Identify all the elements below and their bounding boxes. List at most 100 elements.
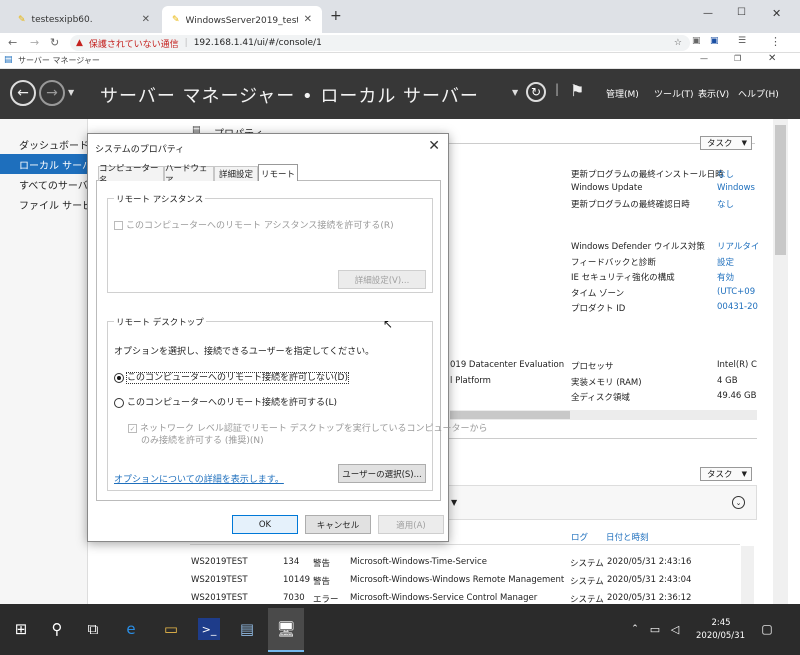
ok-button[interactable]: OK — [232, 515, 298, 534]
prop-value-link[interactable]: 有効 — [717, 271, 734, 283]
prop-value-link[interactable]: 設定 — [717, 256, 734, 268]
new-tab-button[interactable]: + — [330, 8, 342, 24]
checkbox-label: このコンピューターへのリモート アシスタンス接続を許可する(R) — [126, 221, 394, 231]
close-window-icon[interactable]: ✕ — [772, 7, 781, 20]
browser-tab-1[interactable]: ✎ testesxipb60. ✕ — [8, 6, 160, 33]
cell-id: 7030 — [283, 593, 305, 603]
minimize-icon[interactable]: — — [700, 54, 708, 63]
prop-value-link[interactable]: なし — [717, 168, 734, 180]
search-icon[interactable]: ⚲ — [46, 618, 68, 640]
nav-label: ローカル サーバー — [19, 160, 88, 172]
prop-value-link[interactable]: なし — [717, 198, 734, 210]
network-icon[interactable]: ▭ — [644, 618, 666, 640]
forward-icon[interactable]: → — [30, 36, 39, 49]
app-icon: ▤ — [4, 55, 13, 65]
filter-dropdown-icon[interactable]: ▼ — [451, 498, 457, 507]
star-icon[interactable]: ☆ — [674, 38, 682, 48]
nav-item-file-services[interactable]: ファイル サービス — [0, 194, 88, 214]
cell-source: Microsoft-Windows-Service Control Manage… — [350, 593, 538, 603]
scrollbar-thumb[interactable] — [450, 411, 570, 419]
menu-manage[interactable]: 管理(M) — [606, 87, 639, 100]
tab-favicon-icon: ✎ — [18, 14, 26, 25]
windows-start-icon[interactable]: ⊞ — [10, 618, 32, 640]
extension-icon[interactable]: ▣ — [692, 36, 701, 46]
prop-label: IE セキュリティ強化の構成 — [571, 273, 675, 283]
url-field[interactable]: ▲ 保護されていない通信 | 192.168.1.41/ui/#/console… — [70, 35, 690, 51]
extension-icon-2[interactable]: ▣ — [710, 36, 719, 46]
prop-value-link[interactable]: 00431-20 — [717, 302, 758, 312]
dialog-title: システムのプロパティ — [95, 145, 185, 155]
close-tab-icon[interactable]: ✕ — [304, 14, 312, 25]
chevron-down-icon[interactable]: ▼ — [512, 88, 518, 97]
prop-label: 実装メモリ (RAM) — [571, 378, 642, 388]
tab-remote[interactable]: リモート — [258, 164, 298, 182]
forward-arrow-icon[interactable]: → — [39, 80, 65, 106]
radio-allow-remote[interactable]: このコンピューターへのリモート接続を許可する(L) — [114, 395, 337, 408]
nav-item-all-servers[interactable]: すべてのサーバー — [0, 174, 88, 194]
os-name-partial: 019 Datacenter Evaluation — [450, 360, 565, 370]
select-users-button[interactable]: ユーザーの選択(S)... — [338, 464, 426, 483]
internet-explorer-icon[interactable]: e — [120, 618, 142, 640]
task-label: タスク — [707, 470, 733, 480]
flag-icon[interactable]: ⚑ — [570, 81, 584, 100]
refresh-icon[interactable]: ↻ — [526, 82, 546, 102]
expand-icon[interactable]: ⌄ — [732, 496, 745, 509]
browser-tab-2[interactable]: ✎ WindowsServer2019_test - コンソ ✕ — [162, 6, 322, 33]
tab-hardware[interactable]: ハードウェア — [164, 164, 214, 186]
tab-computer-name[interactable]: コンピューター名 — [98, 164, 164, 186]
events-scrollbar[interactable] — [741, 546, 754, 604]
nav-item-dashboard[interactable]: ダッシュボード — [0, 134, 88, 154]
reading-list-icon[interactable]: ☰ — [738, 36, 746, 46]
system-properties-icon[interactable]: 🖥 — [275, 618, 297, 640]
back-icon[interactable]: ← — [8, 36, 17, 49]
assistance-advanced-button[interactable]: 詳細設定(V)... — [338, 270, 426, 289]
group-label: リモート アシスタンス — [114, 193, 206, 205]
nav-item-local-server[interactable]: ローカル サーバー — [0, 154, 88, 174]
chevron-up-icon[interactable]: ⌃ — [624, 618, 646, 640]
history-dropdown-icon[interactable]: ▼ — [68, 88, 74, 97]
prop-value-link[interactable]: Windows — [717, 183, 755, 193]
menu-view[interactable]: 表示(V) — [698, 87, 729, 100]
powershell-icon[interactable]: >_ — [198, 618, 220, 640]
minimize-icon[interactable]: — — [703, 8, 713, 19]
back-arrow-icon[interactable]: ← — [10, 80, 36, 106]
maximize-icon[interactable]: ☐ — [737, 7, 746, 18]
taskbar-date[interactable]: 2020/05/31 — [696, 631, 745, 641]
radio-deny-remote[interactable]: このコンピューターへのリモート接続を許可しない(D) — [114, 370, 349, 384]
close-icon[interactable]: ✕ — [768, 53, 776, 64]
close-icon[interactable]: ✕ — [428, 138, 440, 154]
maximize-icon[interactable]: ❐ — [734, 54, 741, 63]
cancel-button[interactable]: キャンセル — [305, 515, 371, 534]
prop-label: 更新プログラムの最終確認日時 — [571, 200, 690, 210]
checkbox-icon — [114, 221, 123, 230]
col-header-datetime[interactable]: 日付と時刻 — [606, 531, 649, 543]
prop-value-link[interactable]: リアルタイ — [717, 240, 759, 252]
reload-icon[interactable]: ↻ — [50, 36, 59, 49]
volume-icon[interactable]: ◁ — [664, 618, 686, 640]
apply-button[interactable]: 適用(A) — [378, 515, 444, 534]
menu-help[interactable]: ヘルプ(H) — [738, 87, 779, 100]
properties-task-button[interactable]: タスク ▼ — [700, 136, 752, 150]
server-manager-titlebar: ▤ サーバー マネージャー — ❐ ✕ — [0, 53, 800, 69]
help-link[interactable]: オプションについての詳細を表示します。 — [114, 472, 284, 485]
remote-assistance-checkbox[interactable]: このコンピューターへのリモート アシスタンス接続を許可する(R) — [114, 218, 394, 231]
col-header-log[interactable]: ログ — [571, 531, 588, 543]
nav-label: すべてのサーバー — [19, 180, 88, 192]
server-manager-icon[interactable]: ▤ — [236, 618, 258, 640]
taskbar-time[interactable]: 2:45 — [700, 618, 742, 628]
notification-icon[interactable]: ▢ — [756, 618, 778, 640]
security-warning: 保護されていない通信 — [88, 39, 179, 50]
prop-value-link[interactable]: (UTC+09 — [717, 287, 755, 297]
windows-taskbar: ⊞ ⚲ ⧉ e ▭ >_ ▤ 🖥 ⌃ ▭ ◁ 2:45 2020/05/31 ▢ — [0, 604, 800, 655]
prop-label: タイム ゾーン — [571, 289, 625, 299]
events-task-button[interactable]: タスク ▼ — [700, 467, 752, 481]
prop-label: 更新プログラムの最終インストール日時 — [571, 170, 724, 180]
tab-advanced[interactable]: 詳細設定 — [214, 166, 258, 181]
chevron-down-icon: ▼ — [741, 139, 747, 147]
menu-tools[interactable]: ツール(T) — [654, 87, 694, 100]
scrollbar-thumb[interactable] — [775, 125, 786, 255]
close-tab-icon[interactable]: ✕ — [142, 14, 150, 25]
menu-icon[interactable]: ⋮ — [770, 35, 781, 48]
file-explorer-icon[interactable]: ▭ — [160, 618, 182, 640]
task-view-icon[interactable]: ⧉ — [82, 618, 104, 640]
